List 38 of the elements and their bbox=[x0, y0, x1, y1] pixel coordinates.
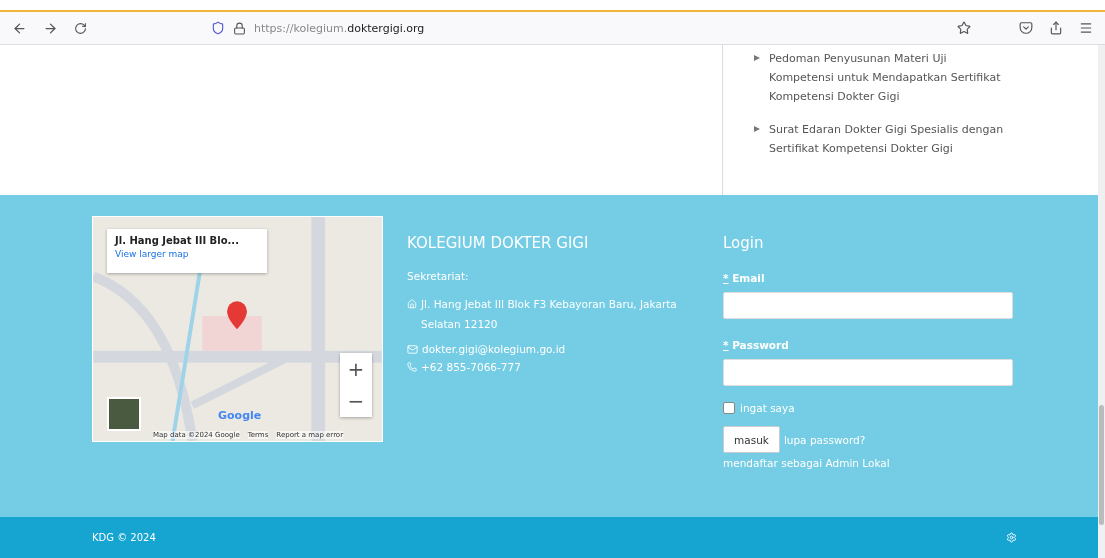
field-label: * Email bbox=[723, 272, 766, 284]
share-icon[interactable] bbox=[1049, 21, 1063, 35]
secretariat-label: Sekretariat: bbox=[407, 269, 470, 284]
document-link[interactable]: Pedoman Penyusunan Materi Uji Kompetensi untuk Mendapatkan Sertifikat Kompetensi Dokter Gigi bbox=[769, 49, 1009, 106]
mail-icon bbox=[407, 343, 418, 355]
remember-label: ingat saya bbox=[740, 402, 795, 414]
zoom-out-button[interactable]: − bbox=[340, 385, 372, 417]
document-link[interactable]: Surat Edaran Dokter Gigi Spesialis dengan Sertifikat Kompetensi Dokter Gigi bbox=[769, 120, 1009, 158]
scrollbar-thumb[interactable] bbox=[1099, 405, 1104, 525]
checkbox[interactable] bbox=[723, 402, 735, 414]
back-icon[interactable] bbox=[12, 20, 27, 36]
pocket-icon[interactable] bbox=[1019, 21, 1033, 35]
satellite-thumbnail[interactable] bbox=[107, 397, 141, 431]
forward-icon[interactable] bbox=[43, 20, 58, 36]
url-text[interactable]: https://kolegium.doktergigi.org bbox=[254, 21, 425, 35]
home-icon bbox=[407, 299, 417, 309]
zoom-in-button[interactable]: + bbox=[340, 353, 372, 385]
menu-icon[interactable] bbox=[1079, 21, 1093, 35]
map-pin-icon bbox=[227, 301, 247, 329]
phone-icon bbox=[407, 362, 417, 372]
star-icon[interactable] bbox=[957, 21, 971, 35]
login-title: Login bbox=[723, 234, 765, 252]
email-text: dokter.gigi@kolegium.go.id bbox=[422, 342, 566, 357]
input-field[interactable] bbox=[723, 359, 1013, 386]
input-field[interactable] bbox=[723, 292, 1013, 319]
triangle-icon bbox=[753, 125, 761, 133]
shield-icon bbox=[211, 21, 225, 35]
map-logo: Google bbox=[218, 409, 262, 422]
lock-icon bbox=[233, 21, 246, 35]
phone-text: +62 855-7066-777 bbox=[421, 360, 521, 375]
view-larger-map-link[interactable]: View larger map bbox=[115, 249, 259, 259]
place-title: Jl. Hang Jebat III Blo... bbox=[115, 235, 240, 246]
login-button[interactable]: masuk bbox=[723, 426, 780, 453]
copyright-text: KDG © 2024 bbox=[92, 532, 156, 543]
field-label: * Password bbox=[723, 339, 790, 351]
contact-title: KOLEGIUM DOKTER GIGI bbox=[407, 234, 590, 252]
reload-icon[interactable] bbox=[74, 21, 87, 35]
triangle-icon bbox=[753, 54, 761, 62]
